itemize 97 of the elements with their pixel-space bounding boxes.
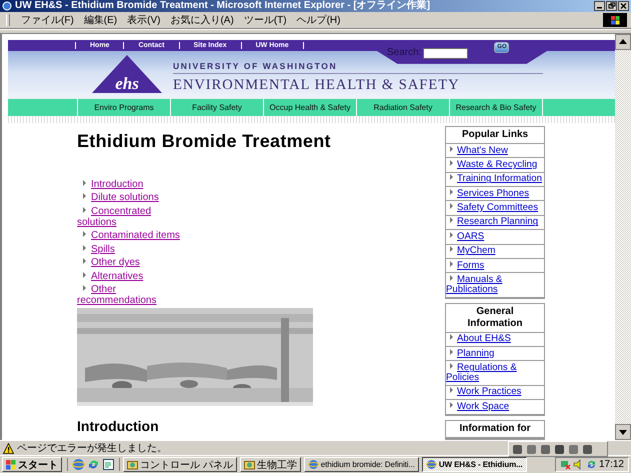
sidebar-link[interactable]: About EH&S (446, 332, 544, 348)
contents-link[interactable]: Other dyes (77, 257, 183, 268)
taskbar-button[interactable]: 生物工学 (240, 457, 301, 472)
bullet-icon (450, 274, 453, 281)
taskbar-button[interactable]: コントロール パネル (123, 457, 237, 472)
toolbar-icon[interactable] (568, 444, 579, 454)
sidebar-link[interactable]: Safety Committees (446, 201, 544, 216)
bullet-icon (450, 363, 453, 370)
sidebar-link[interactable]: Services Phones (446, 187, 544, 202)
bullet-icon (450, 246, 453, 252)
university-name: UNIVERSITY OF WASHINGTON (173, 60, 543, 74)
section-heading: Introduction (77, 418, 160, 434)
folder-icon (127, 459, 138, 470)
contents-link[interactable]: Dilute solutions (77, 192, 183, 204)
contents-link[interactable]: Spills (77, 244, 183, 255)
bullet-icon (83, 285, 86, 292)
bullet-icon (450, 387, 453, 394)
notepad-icon[interactable] (102, 458, 115, 472)
sidebar-link[interactable]: Training Information (446, 172, 544, 188)
panel-heading: Information for (446, 420, 544, 438)
menu-item[interactable]: ファイル(F) (16, 13, 79, 28)
clock: 17:12 (598, 459, 624, 470)
bullet-icon (450, 174, 453, 180)
taskbar-button[interactable]: ethidium bromide: Definiti... (304, 457, 419, 472)
bullet-icon (83, 272, 86, 278)
toolbar-icon[interactable] (540, 444, 551, 454)
search-field[interactable] (423, 48, 468, 59)
contents-link[interactable]: Alternatives (77, 270, 183, 282)
bullet-icon (83, 206, 86, 213)
refresh-icon[interactable] (87, 458, 100, 472)
windows-logo-icon (603, 13, 627, 28)
logo-text: ehs (115, 75, 139, 92)
contents-link[interactable]: Other recommendations (77, 284, 183, 306)
sidebar-link[interactable]: Work Space (446, 400, 544, 414)
warning-icon (3, 442, 14, 454)
bullet-icon (450, 160, 453, 166)
bullet-icon (83, 180, 86, 186)
panel-heading: Popular Links (446, 126, 544, 144)
start-button[interactable]: スタート (2, 457, 62, 472)
bullet-icon (450, 232, 453, 238)
search-label: Search: (387, 46, 422, 59)
menu-item[interactable]: ツール(T) (238, 13, 292, 28)
sidebar-link[interactable]: Manuals & Publications (446, 273, 544, 297)
toolbar-icon[interactable] (554, 444, 565, 454)
bullet-icon (450, 348, 453, 355)
minimize-button[interactable] (594, 1, 605, 11)
menu-item[interactable]: ヘルプ(H) (292, 13, 346, 28)
bullet-icon (450, 402, 453, 408)
triangle-logo-icon (91, 54, 163, 94)
toolbar-icon[interactable] (512, 444, 523, 454)
contents-link[interactable]: Concentrated solutions (77, 206, 183, 228)
scroll-down-icon[interactable] (615, 424, 631, 440)
close-button[interactable] (618, 1, 629, 11)
panel-heading: General Information (446, 304, 544, 333)
sidebar-link[interactable]: OARS (446, 230, 544, 245)
status-text: ページでエラーが発生しました。 (17, 442, 167, 456)
sync-icon[interactable] (586, 459, 597, 470)
sidebar-link[interactable]: What's New (446, 144, 544, 158)
menu-item[interactable]: お気に入り(A) (165, 13, 239, 28)
scroll-up-icon[interactable] (615, 34, 631, 50)
browser-icon (426, 459, 437, 470)
toolbar-icon[interactable] (582, 444, 593, 454)
bullet-icon (450, 188, 453, 195)
contents-link[interactable]: Introduction (77, 178, 183, 190)
bullet-icon (450, 334, 453, 340)
bullet-icon (83, 193, 86, 200)
bullet-icon (450, 217, 453, 224)
browser-icon (2, 1, 12, 11)
sidebar-link[interactable]: Regulations & Policies (446, 361, 544, 386)
contents-link[interactable]: Contaminated items (77, 230, 183, 242)
browser-icon[interactable] (72, 458, 85, 472)
sidebar-link[interactable]: Forms (446, 258, 544, 274)
windows-flag-icon (6, 460, 16, 470)
bullet-icon (450, 203, 453, 210)
window-title: UW EH&S - Ethidium Bromide Treatment - Microsoft Internet Explorer - [オフライン作業] (15, 0, 432, 12)
sidebar-link[interactable]: Waste & Recycling (446, 158, 544, 173)
language-bar[interactable] (508, 441, 608, 457)
bullet-icon (83, 231, 86, 238)
restore-button[interactable] (606, 1, 617, 11)
folder-icon (244, 459, 255, 470)
sidebar-link[interactable]: Work Practices (446, 386, 544, 400)
bullet-icon (83, 258, 86, 264)
bullet-icon (450, 146, 453, 152)
sidebar-link[interactable]: MyChem (446, 244, 544, 259)
menu-item[interactable]: 編集(E) (78, 13, 122, 28)
page-title: Ethidium Bromide Treatment (77, 130, 332, 152)
bullet-icon (83, 244, 86, 251)
sidebar-link[interactable]: Planning (446, 347, 544, 362)
bullet-icon (450, 260, 453, 267)
browser-icon (308, 459, 319, 470)
toolbar-icon[interactable] (526, 444, 537, 454)
menu-item[interactable]: 表示(V) (122, 13, 166, 28)
sidebar-link[interactable]: Research Planning (446, 216, 544, 230)
taskbar-button[interactable]: UW EH&S - Ethidium... (422, 457, 526, 472)
network-icon[interactable] (560, 459, 571, 470)
scrollbar[interactable] (615, 34, 631, 440)
department-name: ENVIRONMENTAL HEALTH & SAFETY (173, 76, 461, 94)
